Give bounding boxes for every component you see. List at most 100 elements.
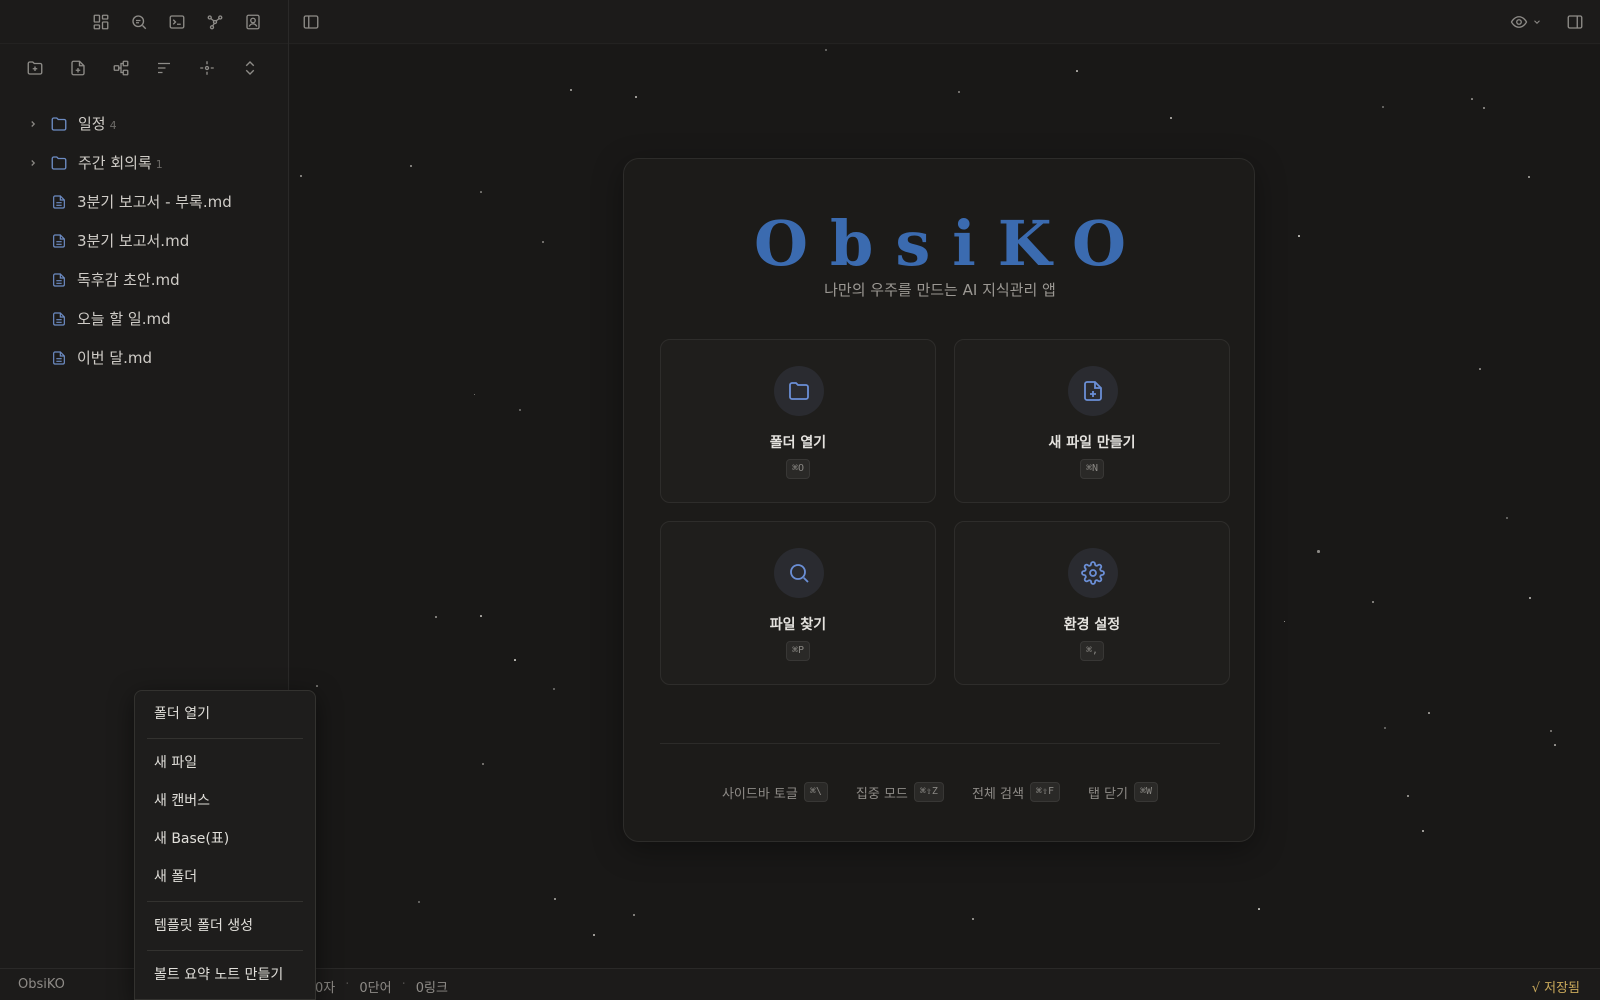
word-count: 0단어 — [359, 981, 392, 996]
sidebar-left-icon[interactable] — [300, 11, 322, 33]
menu-separator — [147, 738, 303, 739]
search-text-icon[interactable] — [128, 11, 150, 33]
sort-icon[interactable] — [153, 57, 175, 79]
tree-item-count: 1 — [155, 157, 163, 171]
menu-item-new-folder[interactable]: 새 폴더 — [135, 858, 315, 896]
expand-collapse-icon[interactable] — [239, 57, 261, 79]
menu-item-open-folder[interactable]: 폴더 열기 — [135, 695, 315, 733]
star-dot — [554, 898, 556, 900]
star-dot — [635, 96, 637, 98]
tree-folder[interactable]: 주간 회의록 1 — [0, 143, 288, 182]
folder-icon — [50, 154, 68, 172]
star-dot — [480, 191, 482, 193]
star-dot — [972, 918, 974, 920]
menu-item-new-base[interactable]: 새 Base(표) — [135, 820, 315, 858]
separator-dot: · — [401, 977, 406, 992]
menu-item-create-template-folder[interactable]: 템플릿 폴더 생성 — [135, 907, 315, 945]
file-tree: 일정 4 주간 회의록 1 3분기 보고서 - 부록.md 3분기 보고서.md… — [0, 92, 288, 377]
char-count: 0자 — [315, 981, 336, 996]
separator-dot: · — [345, 977, 350, 992]
welcome-panel: ObsiKO 나만의 우주를 만드는 AI 지식관리 앱 폴더 열기 ⌘O 새 … — [623, 158, 1255, 842]
card-label: 환경 설정 — [1063, 617, 1121, 633]
graph-icon[interactable] — [204, 11, 226, 33]
menu-item-new-file[interactable]: 새 파일 — [135, 744, 315, 782]
sidebar-right-icon[interactable] — [1564, 11, 1586, 33]
star-dot — [1506, 517, 1508, 519]
star-dot — [300, 175, 302, 177]
shortcut-hint: 사이드바 토글 ⌘\ — [722, 782, 828, 802]
tree-item-label: 주간 회의록 — [78, 154, 152, 172]
view-mode-toggle[interactable] — [1508, 11, 1542, 33]
shortcut-badge: ⌘N — [1079, 459, 1105, 479]
shortcut-label: 사이드바 토글 — [721, 786, 798, 802]
sidebar-toolbar — [0, 44, 288, 92]
star-dot — [1407, 795, 1409, 797]
shortcut-key: ⌘W — [1134, 782, 1159, 802]
tree-folder[interactable]: 일정 4 — [0, 104, 288, 143]
star-dot — [1170, 117, 1172, 119]
top-bar-left — [0, 0, 289, 44]
star-dot — [1422, 830, 1424, 832]
open-folder-card[interactable]: 폴더 열기 ⌘O — [660, 339, 936, 503]
gear-icon — [1068, 548, 1118, 598]
star-dot — [474, 394, 475, 395]
star-dot — [418, 901, 420, 903]
app-logo: ObsiKO — [753, 207, 1149, 280]
tree-file[interactable]: 이번 달.md — [0, 338, 288, 377]
tree-file[interactable]: 독후감 초안.md — [0, 260, 288, 299]
star-dot — [1372, 601, 1374, 603]
star-dot — [410, 165, 412, 167]
file-text-icon — [51, 193, 67, 211]
terminal-icon[interactable] — [166, 11, 188, 33]
star-dot — [1384, 727, 1386, 729]
tree-file[interactable]: 오늘 할 일.md — [0, 299, 288, 338]
star-dot — [1483, 107, 1485, 109]
card-label: 새 파일 만들기 — [1048, 435, 1136, 451]
shortcut-key: ⌘⇧Z — [913, 782, 944, 802]
tree-item-label: 독후감 초안.md — [77, 271, 180, 289]
file-plus-icon — [1068, 366, 1118, 416]
chevron-right-icon[interactable] — [28, 158, 42, 168]
contact-icon[interactable] — [242, 11, 264, 33]
star-dot — [1428, 712, 1430, 714]
star-dot — [1550, 730, 1552, 732]
star-dot — [1382, 106, 1384, 108]
star-dot — [316, 685, 318, 687]
chevron-right-icon[interactable] — [28, 119, 42, 129]
tree-item-label: 3분기 보고서.md — [77, 232, 190, 250]
menu-item-vault-summary-note[interactable]: 볼트 요약 노트 만들기 — [135, 956, 315, 994]
find-file-card[interactable]: 파일 찾기 ⌘P — [660, 521, 936, 685]
new-file-card[interactable]: 새 파일 만들기 ⌘N — [954, 339, 1230, 503]
star-dot — [542, 241, 544, 243]
star-dot — [480, 615, 482, 617]
star-dot — [1298, 235, 1300, 237]
divider — [660, 743, 1220, 744]
locate-icon[interactable] — [196, 57, 218, 79]
app-context-menu: 폴더 열기 새 파일 새 캔버스 새 Base(표) 새 폴더 템플릿 폴더 생… — [134, 690, 316, 1000]
folder-icon — [50, 115, 68, 133]
star-dot — [1317, 550, 1320, 553]
document-stats: 0자 · 0단어 · 0링크 — [315, 977, 448, 996]
tree-item-label: 3분기 보고서 - 부록.md — [77, 193, 232, 211]
layout-grid-icon[interactable] — [90, 11, 112, 33]
menu-item-new-canvas[interactable]: 새 캔버스 — [135, 782, 315, 820]
shortcut-label: 탭 닫기 — [1087, 786, 1128, 802]
tree-file[interactable]: 3분기 보고서.md — [0, 221, 288, 260]
canvas-icon[interactable] — [110, 57, 132, 79]
new-folder-icon[interactable] — [24, 57, 46, 79]
shortcut-hint: 탭 닫기 ⌘W — [1087, 782, 1159, 802]
file-text-icon — [51, 349, 67, 367]
main-workspace: ObsiKO 나만의 우주를 만드는 AI 지식관리 앱 폴더 열기 ⌘O 새 … — [290, 45, 1600, 968]
star-dot — [435, 616, 437, 618]
star-dot — [1529, 597, 1531, 599]
settings-card[interactable]: 환경 설정 ⌘, — [954, 521, 1230, 685]
star-dot — [1258, 908, 1260, 910]
file-text-icon — [51, 232, 67, 250]
star-dot — [519, 409, 521, 411]
star-dot — [1076, 70, 1078, 72]
status-app-name[interactable]: ObsiKO — [18, 977, 65, 992]
tree-file[interactable]: 3분기 보고서 - 부록.md — [0, 182, 288, 221]
shortcut-badge: ⌘, — [1079, 641, 1105, 661]
new-file-icon[interactable] — [67, 57, 89, 79]
shortcut-key: ⌘⇧F — [1029, 782, 1060, 802]
